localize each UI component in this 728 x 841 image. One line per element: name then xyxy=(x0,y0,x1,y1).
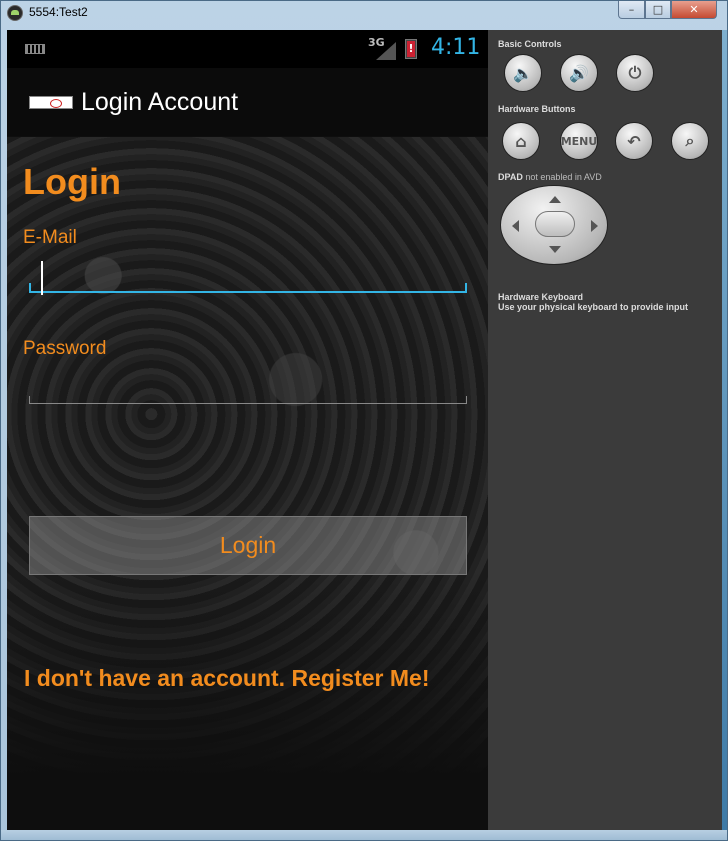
action-bar-title: Login Account xyxy=(81,88,239,116)
power-icon[interactable]: ⏻ xyxy=(616,54,654,92)
signal-icon xyxy=(376,42,396,60)
menu-button[interactable]: MENU xyxy=(560,122,598,160)
password-field[interactable] xyxy=(29,367,467,404)
hardware-keyboard-hint: Hardware Keyboard Use your physical keyb… xyxy=(498,292,688,312)
app-logo-icon[interactable] xyxy=(29,96,73,109)
volume-down-icon[interactable]: 🔈 xyxy=(504,54,542,92)
dpad-label: DPAD xyxy=(498,172,523,182)
text-cursor xyxy=(41,261,43,295)
maximize-button[interactable]: □ xyxy=(645,1,671,19)
login-form: Login E-Mail Password Login I don't have… xyxy=(7,137,488,830)
basic-controls-title: Basic Controls xyxy=(498,39,562,49)
search-icon[interactable]: ⌕ xyxy=(671,122,709,160)
register-link[interactable]: I don't have an account. Register Me! xyxy=(24,665,430,692)
email-field[interactable] xyxy=(29,255,467,295)
dpad-title: DPAD not enabled in AVD xyxy=(498,172,602,182)
window-border-right xyxy=(722,30,727,830)
password-label: Password xyxy=(23,338,107,359)
dpad-left-icon[interactable] xyxy=(512,220,519,232)
dpad-right-icon[interactable] xyxy=(591,220,598,232)
emulator-window: 5554:Test2 – □ ✕ 3G 4:11 Login Account L… xyxy=(0,0,728,841)
dpad-center-button[interactable] xyxy=(535,211,575,237)
page-title: Login xyxy=(23,161,121,202)
keyboard-icon xyxy=(25,44,45,54)
window-title: 5554:Test2 xyxy=(29,5,88,19)
dpad-note: not enabled in AVD xyxy=(525,172,602,182)
dpad-down-icon[interactable] xyxy=(549,246,561,253)
action-bar: Login Account xyxy=(7,68,488,175)
device-screen: 3G 4:11 Login Account Login E-Mail Passw… xyxy=(7,30,488,830)
android-emulator-icon xyxy=(7,5,23,21)
title-bar[interactable]: 5554:Test2 – □ ✕ xyxy=(1,1,727,25)
login-button[interactable]: Login xyxy=(29,516,467,575)
hardware-keyboard-title: Hardware Keyboard xyxy=(498,292,584,302)
back-icon[interactable]: ↶ xyxy=(615,122,653,160)
status-bar: 3G 4:11 xyxy=(7,30,488,68)
volume-up-icon[interactable]: 🔊 xyxy=(560,54,598,92)
dpad-up-icon[interactable] xyxy=(549,196,561,203)
home-icon[interactable]: ⌂ xyxy=(502,122,540,160)
email-label: E-Mail xyxy=(23,227,77,248)
window-border-bottom xyxy=(1,830,727,840)
status-clock: 4:11 xyxy=(431,35,481,60)
minimize-button[interactable]: – xyxy=(618,1,645,19)
battery-alert-icon xyxy=(405,39,417,59)
dpad-control[interactable] xyxy=(500,185,608,265)
close-button[interactable]: ✕ xyxy=(671,1,717,19)
hardware-keyboard-note: Use your physical keyboard to provide in… xyxy=(498,302,689,312)
emulator-controls-panel: Basic Controls 🔈 🔊 ⏻ Hardware Buttons ⌂ … xyxy=(488,30,722,830)
hardware-buttons-title: Hardware Buttons xyxy=(498,104,576,114)
